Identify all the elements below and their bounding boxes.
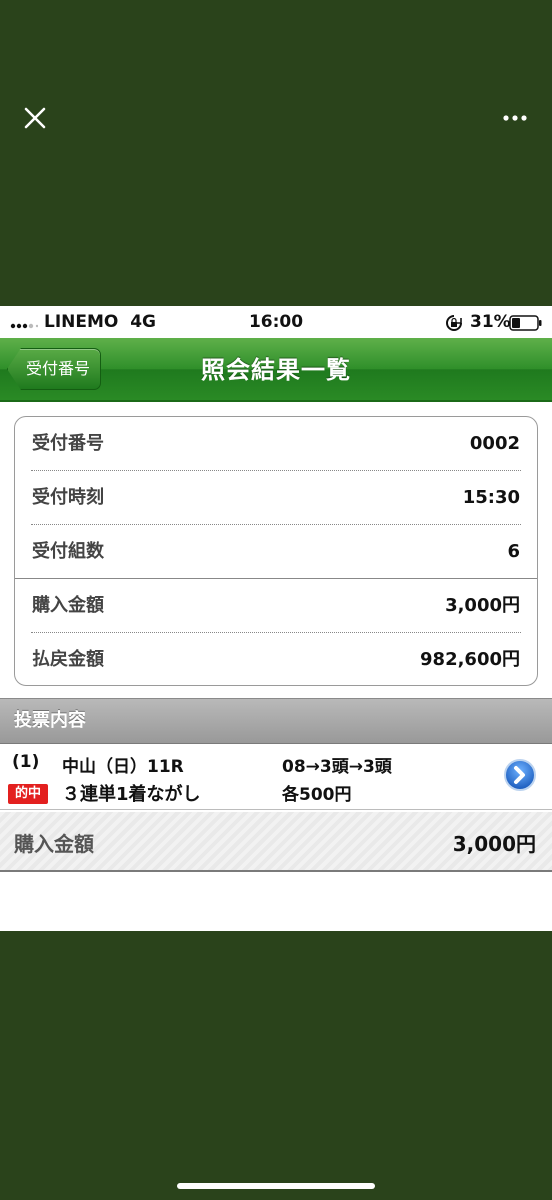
rotation-lock-icon	[446, 315, 462, 331]
info-row-set-count: 受付組数 6	[15, 525, 537, 578]
info-label: 払戻金額	[32, 649, 104, 670]
total-value: 3,000円	[452, 832, 536, 856]
info-value: 6	[507, 541, 520, 562]
status-bar: LINEMO 4G 16:00 31%	[0, 306, 552, 338]
info-label: 購入金額	[32, 595, 104, 616]
battery-icon	[509, 315, 542, 331]
close-icon[interactable]	[22, 105, 48, 131]
info-label: 受付番号	[32, 433, 104, 454]
receipt-info-card: 受付番号 0002 受付時刻 15:30 受付組数 6 購入金額 3,000円 …	[14, 416, 538, 686]
back-button[interactable]: 受付番号	[7, 348, 102, 390]
info-row-payout-amount: 払戻金額 982,600円	[15, 633, 537, 685]
embedded-screenshot: LINEMO 4G 16:00 31% 照会結果一覧 受付番号 受付番号 000…	[0, 306, 552, 931]
info-row-receipt-time: 受付時刻 15:30	[15, 471, 537, 524]
bet-race: 中山（日）11R	[62, 757, 184, 777]
info-value: 3,000円	[445, 595, 520, 616]
info-row-purchase-amount: 購入金額 3,000円	[15, 579, 537, 632]
total-purchase-row: 購入金額 3,000円	[0, 812, 552, 872]
info-row-receipt-number: 受付番号 0002	[15, 417, 537, 470]
info-value: 982,600円	[420, 649, 520, 670]
info-value: 0002	[469, 433, 520, 454]
bet-combination: 08→3頭→3頭	[282, 757, 392, 777]
hit-badge: 的中	[8, 784, 48, 804]
section-header-bets: 投票内容	[0, 698, 552, 744]
home-indicator[interactable]	[177, 1183, 375, 1189]
battery-percent: 31%	[470, 312, 511, 332]
bet-type: ３連単1着ながし	[62, 784, 201, 805]
bet-list-item[interactable]: (1) 中山（日）11R 08→3頭→3頭 的中 ３連単1着ながし 各500円	[0, 744, 552, 810]
info-value: 15:30	[462, 487, 520, 508]
total-label: 購入金額	[14, 832, 94, 856]
navigation-bar: 照会結果一覧 受付番号	[0, 338, 552, 402]
chevron-right-icon[interactable]	[503, 758, 537, 792]
info-label: 受付組数	[32, 541, 104, 562]
bet-amount: 各500円	[282, 785, 352, 805]
info-label: 受付時刻	[32, 487, 104, 508]
bet-index: (1)	[12, 752, 40, 772]
more-icon[interactable]	[502, 108, 528, 128]
